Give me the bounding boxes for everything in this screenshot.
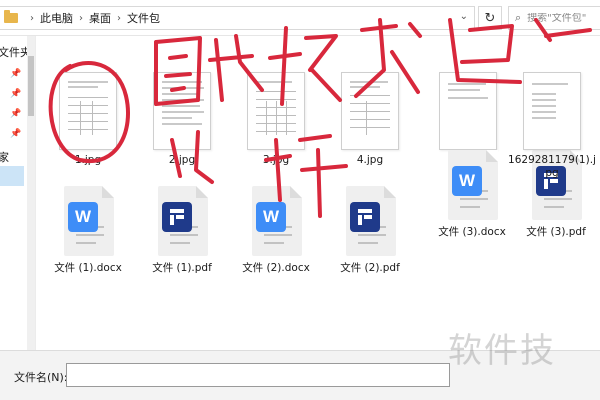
pdf-reader-icon bbox=[162, 202, 192, 232]
docx-icon: W bbox=[246, 186, 306, 258]
breadcrumb-desktop[interactable]: 桌面 bbox=[89, 10, 111, 26]
search-box[interactable]: ⌕ bbox=[508, 6, 600, 30]
pdf-reader-icon bbox=[350, 202, 380, 232]
word-icon: W bbox=[256, 202, 286, 232]
nav-item-home[interactable]: 家 bbox=[0, 149, 9, 165]
pin-icon[interactable]: 📌 bbox=[10, 109, 21, 119]
file-item[interactable]: W 文件 (1).docx bbox=[42, 186, 134, 275]
pdf-icon bbox=[152, 186, 212, 258]
image-thumbnail bbox=[247, 72, 305, 150]
image-thumbnail bbox=[153, 72, 211, 150]
image-thumbnail bbox=[59, 72, 117, 150]
file-item[interactable]: 文件 (2).pdf bbox=[324, 186, 416, 275]
file-item[interactable]: 2.jpg bbox=[136, 72, 228, 167]
breadcrumb[interactable]: › 此电脑 › 桌面 › 文件包 ⌄ bbox=[0, 6, 475, 30]
pdf-icon bbox=[340, 186, 400, 258]
file-name-label: 文件名(N): bbox=[14, 371, 68, 384]
nav-scrollbar-thumb[interactable] bbox=[28, 56, 34, 116]
nav-scrollbar[interactable] bbox=[27, 36, 35, 350]
navigation-pane: 文件夹 📌 📌 📌 📌 家 bbox=[0, 36, 36, 350]
file-item[interactable]: W 文件 (3).docx bbox=[426, 150, 518, 239]
file-name: 文件 (2).pdf bbox=[340, 262, 400, 274]
docx-icon: W bbox=[442, 150, 502, 222]
image-thumbnail bbox=[523, 72, 581, 150]
file-item[interactable]: 文件 (1).pdf bbox=[136, 186, 228, 275]
image-thumbnail bbox=[439, 72, 497, 150]
file-name: 文件 (2).docx bbox=[242, 262, 310, 274]
address-bar: › 此电脑 › 桌面 › 文件包 ⌄ ↻ ⌕ bbox=[0, 0, 600, 36]
file-item[interactable]: 1629281179(1).jpg bbox=[506, 72, 598, 180]
file-name-input[interactable] bbox=[66, 363, 450, 387]
file-name: 文件 (3).docx bbox=[438, 226, 506, 238]
file-item[interactable]: 4.jpg bbox=[324, 72, 416, 167]
file-name: 1.jpg bbox=[74, 154, 102, 166]
file-name: 4.jpg bbox=[356, 154, 384, 166]
file-name: 1629281179(1).jpg bbox=[508, 154, 596, 179]
breadcrumb-folder[interactable]: 文件包 bbox=[127, 10, 160, 26]
pin-icon[interactable]: 📌 bbox=[10, 129, 21, 139]
breadcrumb-this-pc[interactable]: 此电脑 bbox=[40, 10, 73, 26]
file-list: 1.jpg 2.jpg 3.jpg 4.jpg 5.jpg bbox=[36, 36, 497, 350]
refresh-button[interactable]: ↻ bbox=[478, 6, 502, 30]
pin-icon[interactable]: 📌 bbox=[10, 89, 21, 99]
file-name: 2.jpg bbox=[168, 154, 196, 166]
docx-icon: W bbox=[58, 186, 118, 258]
image-thumbnail bbox=[341, 72, 399, 150]
watermark-text: 软件技 bbox=[448, 331, 556, 371]
pin-icon[interactable]: 📌 bbox=[10, 69, 21, 79]
file-name: 3.jpg bbox=[262, 154, 290, 166]
file-item[interactable]: W 文件 (2).docx bbox=[230, 186, 322, 275]
word-icon: W bbox=[452, 166, 482, 196]
file-name: 文件 (1).pdf bbox=[152, 262, 212, 274]
word-icon: W bbox=[68, 202, 98, 232]
folder-icon bbox=[4, 10, 18, 23]
file-name: 文件 (1).docx bbox=[54, 262, 122, 274]
chevron-right-icon: › bbox=[117, 12, 121, 24]
file-name: 文件 (3).pdf bbox=[526, 226, 586, 238]
chevron-right-icon: › bbox=[30, 12, 34, 24]
file-item[interactable]: 1.jpg bbox=[42, 72, 134, 167]
nav-item-selected[interactable] bbox=[0, 166, 24, 186]
chevron-right-icon: › bbox=[79, 12, 83, 24]
search-icon: ⌕ bbox=[515, 11, 522, 24]
chevron-down-icon[interactable]: ⌄ bbox=[460, 11, 468, 22]
refresh-icon: ↻ bbox=[484, 10, 496, 26]
search-input[interactable] bbox=[527, 12, 598, 24]
file-item[interactable]: 3.jpg bbox=[230, 72, 322, 167]
